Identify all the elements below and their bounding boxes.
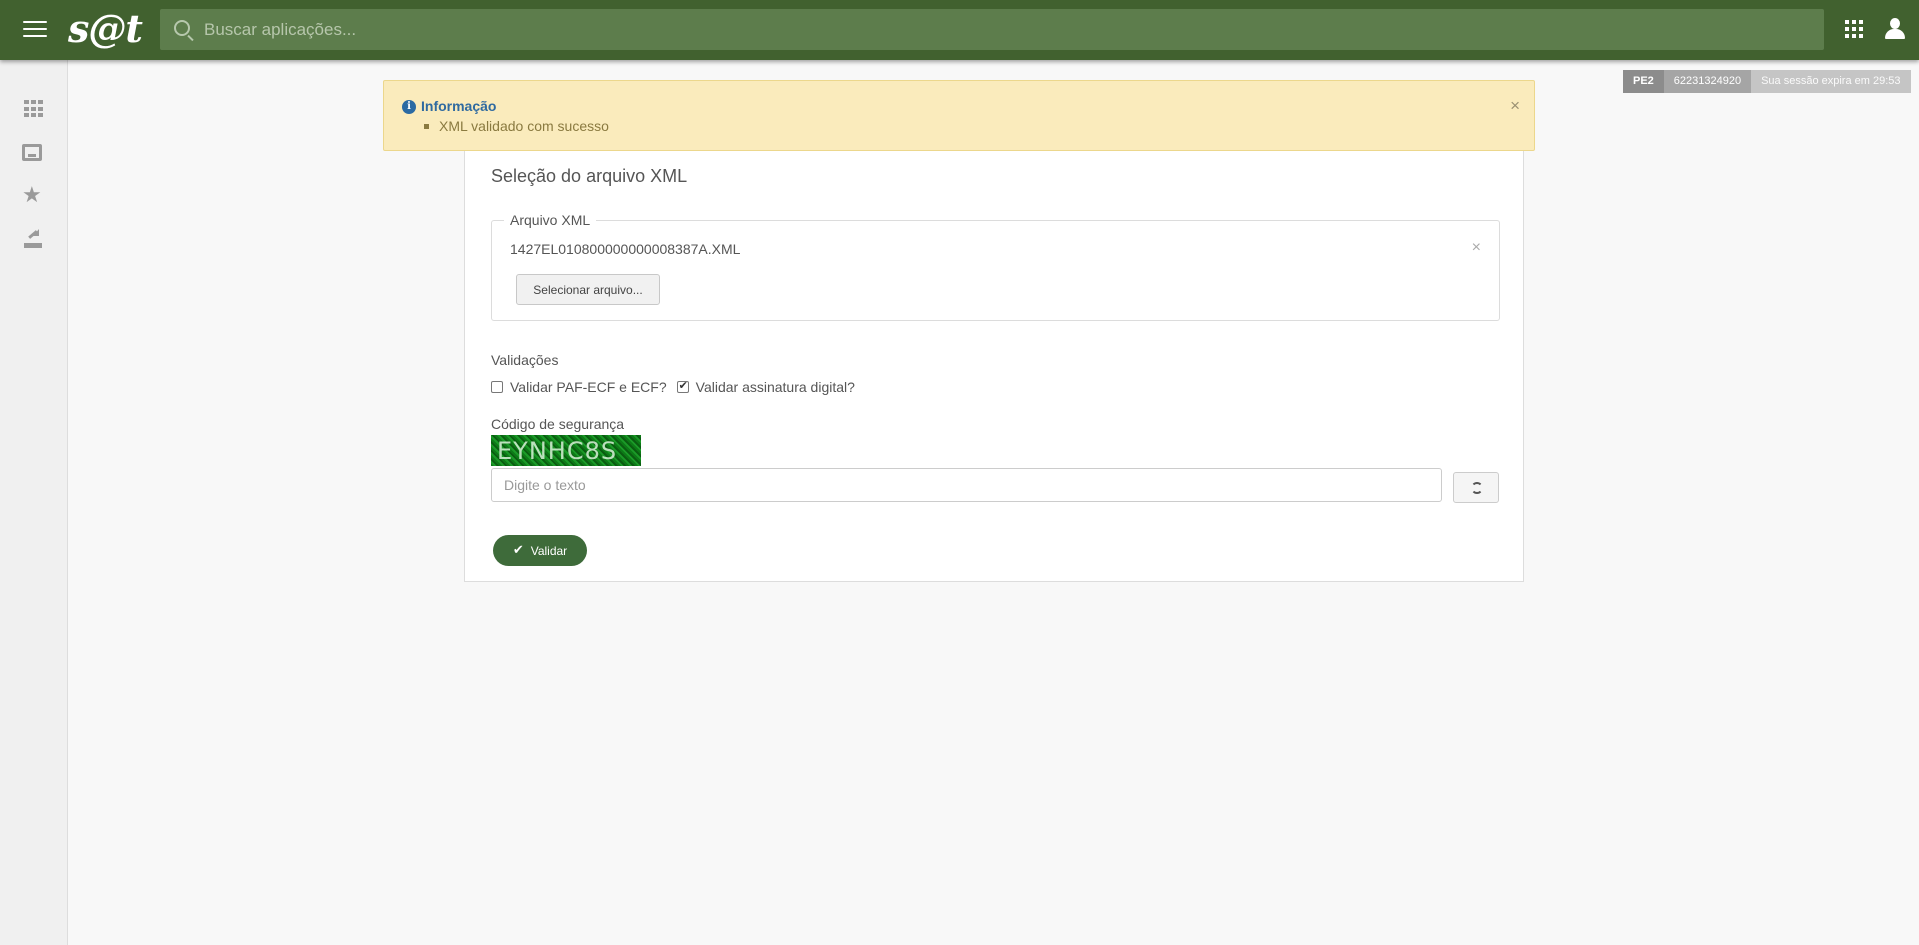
check-icon: ✔ <box>512 543 524 558</box>
captcha-image: EYNHC8S <box>491 435 641 466</box>
info-icon: i <box>402 100 416 114</box>
search-bar <box>160 9 1824 50</box>
left-sidebar: ★ <box>0 60 68 945</box>
validate-button-label: Validar <box>530 543 568 558</box>
upload-icon[interactable] <box>22 228 46 252</box>
apps-grid-icon[interactable] <box>1845 20 1863 38</box>
search-input[interactable] <box>204 9 1804 50</box>
session-user: 62231324920 <box>1663 70 1752 93</box>
digital-signature-label[interactable]: Validar assinatura digital? <box>696 379 855 395</box>
remove-file-button[interactable]: × <box>1472 239 1481 257</box>
validate-button[interactable]: ✔ Validar <box>493 535 587 566</box>
app-logo[interactable]: s@t <box>68 6 143 51</box>
paf-ecf-checkbox[interactable] <box>491 381 503 393</box>
refresh-captcha-button[interactable] <box>1453 472 1499 503</box>
inbox-icon <box>22 144 42 161</box>
session-state-badge: PE2 <box>1623 70 1664 93</box>
star-icon[interactable]: ★ <box>22 184 46 208</box>
file-legend: Arquivo XML <box>504 212 597 228</box>
paf-ecf-label[interactable]: Validar PAF-ECF e ECF? <box>510 379 667 395</box>
refresh-icon <box>1471 482 1483 494</box>
search-icon <box>174 20 190 36</box>
digital-signature-checkbox[interactable] <box>676 379 689 393</box>
sidebar-item-inbox[interactable] <box>22 141 46 165</box>
alert-title: Informação <box>421 98 497 114</box>
security-code-input[interactable] <box>491 468 1442 502</box>
close-icon[interactable]: × <box>1510 96 1520 116</box>
user-icon[interactable] <box>1884 18 1906 40</box>
hamburger-menu-icon[interactable] <box>23 21 47 39</box>
session-info: PE2 62231324920 Sua sessão expira em 29:… <box>1623 70 1911 93</box>
xml-file-fieldset: Arquivo XML 1427EL010800000000008387A.XM… <box>491 212 1500 321</box>
selected-filename: 1427EL010800000000008387A.XML <box>510 241 741 257</box>
validation-options: Validar PAF-ECF e ECF? Validar assinatur… <box>491 379 855 395</box>
alert-message: XML validado com sucesso <box>424 118 609 134</box>
captcha-text: EYNHC8S <box>497 437 618 465</box>
select-file-button[interactable]: Selecionar arquivo... <box>516 274 660 305</box>
validations-label: Validações <box>491 352 559 368</box>
security-code-label: Código de segurança <box>491 416 625 432</box>
session-expiry: Sua sessão expira em 29:53 <box>1751 70 1911 93</box>
xml-form-card: Seleção do arquivo XML Arquivo XML 1427E… <box>464 140 1524 582</box>
page-title: Seleção do arquivo XML <box>491 166 688 186</box>
info-alert: i Informação XML validado com sucesso × <box>383 80 1535 151</box>
sidebar-item-apps[interactable] <box>22 97 46 121</box>
top-bar: s@t <box>0 0 1919 60</box>
